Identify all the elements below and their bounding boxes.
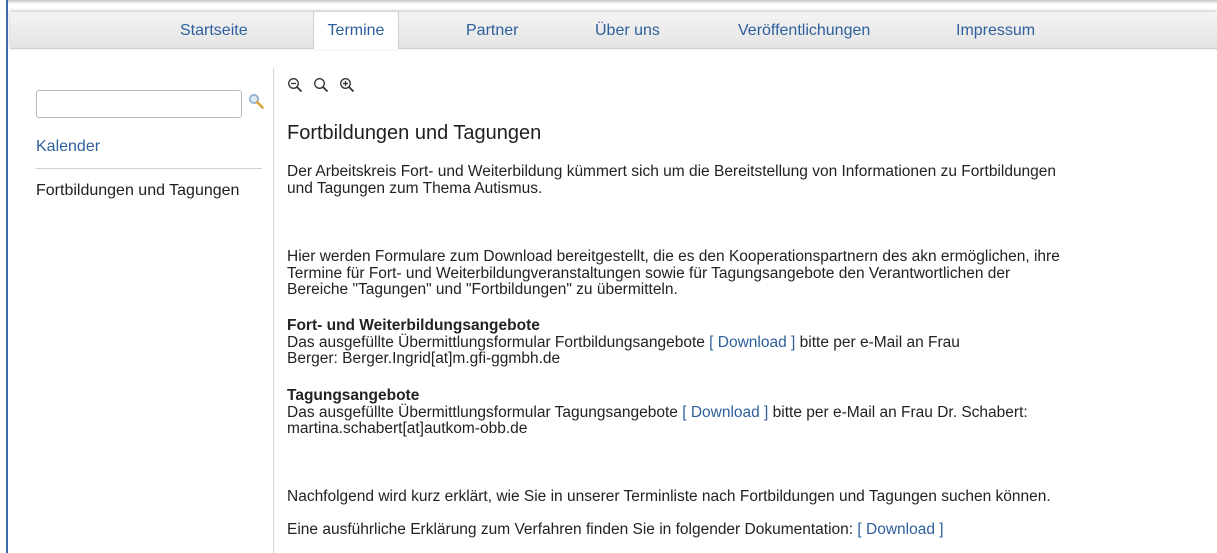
follow-paragraph: Nachfolgend wird kurz erklärt, wie Sie i… xyxy=(287,488,1051,505)
page-title: Fortbildungen und Tagungen xyxy=(287,122,542,144)
nav-impressum[interactable]: Impressum xyxy=(956,12,1035,48)
search-input[interactable] xyxy=(36,90,242,118)
sidebar-item-fortbildungen[interactable]: Fortbildungen und Tagungen xyxy=(36,182,239,200)
window-frame-edge xyxy=(6,0,8,553)
intro-line: Der Arbeitskreis Fort- und Weiterbildung… xyxy=(287,163,1057,180)
doc-text: Eine ausführliche Erklärung zum Verfahre… xyxy=(287,521,858,538)
section-text: martina.schabert[at]autkom-obb.de xyxy=(287,420,528,437)
section-text-part: Das ausgefüllte Übermittlungsformular Fo… xyxy=(287,333,710,351)
nav-ueber-uns[interactable]: Über uns xyxy=(595,12,660,48)
forms-paragraph: Hier werden Formulare zum Download berei… xyxy=(287,248,1187,299)
nav-startseite[interactable]: Startseite xyxy=(180,12,248,48)
nav-veroeffentlichungen[interactable]: Veröffentlichungen xyxy=(738,12,870,48)
fortbildung-section: Fort- und Weiterbildungsangebote Das aus… xyxy=(287,317,1187,368)
zoom-in-icon[interactable] xyxy=(339,77,355,93)
download-link-documentation[interactable]: [ Download ] xyxy=(857,521,943,538)
intro-paragraph: Der Arbeitskreis Fort- und Weiterbildung… xyxy=(287,163,1187,197)
content-divider xyxy=(273,68,274,553)
sidebar-link-kalender[interactable]: Kalender xyxy=(36,138,100,156)
intro-line: und Tagungen zum Thema Autismus. xyxy=(287,179,543,197)
download-link-tagung[interactable]: [ Download ] xyxy=(682,404,768,421)
download-link-fortbildung[interactable]: [ Download ] xyxy=(709,334,795,351)
sidebar-divider xyxy=(36,168,262,169)
main-navigation: Startseite Termine Partner Über uns Verö… xyxy=(10,12,1217,49)
section-text-part: Das ausgefüllte Übermittlungsformular Ta… xyxy=(287,403,683,421)
forms-line: Hier werden Formulare zum Download berei… xyxy=(287,248,1060,265)
section-text: Das ausgefüllte Übermittlungsformular Fo… xyxy=(287,333,1187,352)
section-text-part: bitte per e-Mail an Frau Dr. Schabert: xyxy=(768,403,1028,421)
section-text: Berger: Berger.Ingrid[at]m.gfi-ggmbh.de xyxy=(287,350,561,367)
nav-partner[interactable]: Partner xyxy=(466,12,518,48)
tagung-section: Tagungsangebote Das ausgefüllte Übermitt… xyxy=(287,387,1187,438)
section-heading: Tagungsangebote xyxy=(287,387,420,404)
zoom-out-icon[interactable] xyxy=(287,77,303,93)
section-text: Das ausgefüllte Übermittlungsformular Ta… xyxy=(287,403,1187,422)
documentation-paragraph: Eine ausführliche Erklärung zum Verfahre… xyxy=(287,521,1187,539)
forms-line: Bereiche "Tagungen" und "Fortbildungen" … xyxy=(287,281,678,298)
magnifier-icon[interactable] xyxy=(313,77,329,93)
nav-termine[interactable]: Termine xyxy=(313,12,399,49)
section-heading: Fort- und Weiterbildungsangebote xyxy=(287,317,540,334)
search-icon[interactable] xyxy=(248,93,264,109)
forms-line: Termine für Fort- und Weiterbildungveran… xyxy=(287,264,1011,282)
window-top-shadow xyxy=(8,0,1217,4)
section-text-part: bitte per e-Mail an Frau xyxy=(795,333,960,351)
